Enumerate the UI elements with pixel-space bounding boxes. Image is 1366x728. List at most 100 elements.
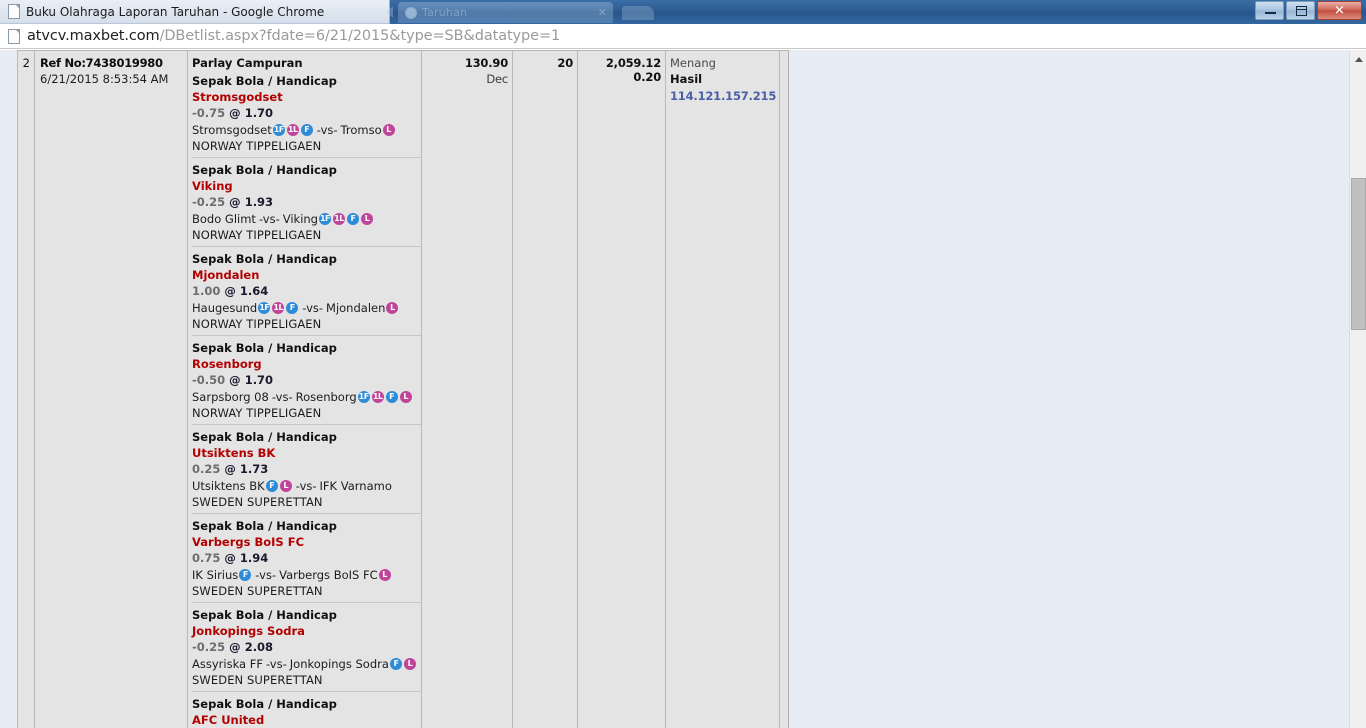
selection-team: Jonkopings Sodra xyxy=(192,624,305,638)
selection-team: Utsiktens BK xyxy=(192,446,276,460)
parlay-type: Parlay Campuran xyxy=(192,56,303,70)
close-button[interactable]: ✕ xyxy=(1317,1,1362,20)
browser-tab-inactive[interactable]: Taruhan ✕ xyxy=(398,2,613,23)
price-value: 1.70 xyxy=(244,106,274,120)
selection-league: NORWAY TIPPELIGAEN xyxy=(192,228,322,242)
selection-sport: Sepak Bola / Handicap xyxy=(192,163,337,177)
url-text: atvcv.maxbet.com/DBetlist.aspx?fdate=6/2… xyxy=(27,28,560,44)
selection-league: SWEDEN SUPERETTAN xyxy=(192,495,323,509)
handicap-value: -0.25 xyxy=(192,195,226,209)
versus-label: -vs- xyxy=(265,657,287,671)
badge-1l-icon: 1L xyxy=(333,213,345,225)
selection-match: Sarpsborg 08 -vs- Rosenborg 1F 1L F L xyxy=(192,387,421,404)
selection-league: SWEDEN SUPERETTAN xyxy=(192,673,323,687)
new-tab-button[interactable] xyxy=(622,6,654,20)
site-document-icon xyxy=(8,28,20,44)
selection-team: Varbergs BoIS FC xyxy=(192,535,305,549)
selection-sport: Sepak Bola / Handicap xyxy=(192,519,337,533)
handicap-value: -0.25 xyxy=(192,640,226,654)
odds-type: Dec xyxy=(486,72,508,86)
handicap-value: 1.00 xyxy=(192,284,221,298)
selection-sport: Sepak Bola / Handicap xyxy=(192,341,337,355)
at-symbol: @ xyxy=(229,195,241,209)
cell-stake: 20 xyxy=(513,51,578,728)
badge-1l-icon: 1L xyxy=(272,302,285,314)
handicap-value: 0.25 xyxy=(192,462,221,476)
scrollbar-thumb[interactable] xyxy=(1351,178,1366,330)
selection-line: 1.00 @ 1.64 xyxy=(192,282,421,298)
badge-1l-icon: 1L xyxy=(286,124,299,136)
bet-list-table: 2 Ref No:7438019980 6/21/2015 8:53:54 AM… xyxy=(17,50,789,728)
bet-datetime: 6/21/2015 8:53:54 AM xyxy=(40,72,169,86)
at-symbol: @ xyxy=(229,106,241,120)
close-tab-icon[interactable]: ✕ xyxy=(598,6,607,19)
selection-sport: Sepak Bola / Handicap xyxy=(192,252,337,266)
cell-winnings: 2,059.12 0.20 xyxy=(578,51,666,728)
versus-label: -vs- xyxy=(271,390,293,404)
price-value: 1.94 xyxy=(239,551,269,565)
cell-reference: Ref No:7438019980 6/21/2015 8:53:54 AM xyxy=(35,51,188,728)
vertical-scrollbar[interactable] xyxy=(1349,50,1366,728)
price-value: 1.70 xyxy=(244,373,274,387)
selection-line: -0.75 @ 1.70 xyxy=(192,104,421,120)
at-symbol: @ xyxy=(224,284,236,298)
home-team: IK Sirius xyxy=(192,568,239,582)
badge-1l-icon: 1L xyxy=(371,391,384,403)
home-team: Bodo Glimt xyxy=(192,212,256,226)
selection-team: AFC United xyxy=(192,713,265,727)
selection-item: Sepak Bola / Handicap Varbergs BoIS FC 0.7… xyxy=(192,513,421,602)
away-team: Jonkopings Sodra xyxy=(289,657,389,671)
badge-l-icon: L xyxy=(386,302,399,314)
selection-line: -0.25 @ 2.08 xyxy=(192,638,421,654)
handicap-value: -0.75 xyxy=(192,106,226,120)
selection-item: Sepak Bola / Handicap Utsiktens BK 0.25 @ … xyxy=(192,424,421,513)
browser-tab-inactive-label: Taruhan xyxy=(422,6,468,19)
badge-l-icon: L xyxy=(399,391,412,403)
home-team: Assyriska FF xyxy=(192,657,263,671)
scroll-up-arrow-icon[interactable] xyxy=(1350,50,1366,67)
result-label: Hasil xyxy=(670,72,703,86)
selection-line: 0.75 @ 1.94 xyxy=(192,549,421,565)
selection-match: Stromsgodset 1F 1L F -vs- Tromso L xyxy=(192,120,421,137)
cell-bet-details: Parlay Campuran Sepak Bola / Handicap Str… xyxy=(188,51,422,728)
away-team: Viking xyxy=(282,212,318,226)
selection-team: Viking xyxy=(192,179,233,193)
price-value: 1.93 xyxy=(244,195,274,209)
selection-line: 0.25 @ 1.73 xyxy=(192,460,421,476)
badge-f-icon: F xyxy=(300,124,313,136)
ip-address-link[interactable]: 114.121.157.215 xyxy=(670,86,779,103)
table-row: 2 Ref No:7438019980 6/21/2015 8:53:54 AM… xyxy=(17,51,789,728)
badge-f-icon: F xyxy=(385,391,398,403)
address-bar[interactable]: atvcv.maxbet.com/DBetlist.aspx?fdate=6/2… xyxy=(0,24,1366,49)
window-controls: ✕ xyxy=(1255,1,1362,20)
badge-l-icon: L xyxy=(361,213,373,225)
minimize-button[interactable] xyxy=(1255,1,1284,20)
badge-f-icon: F xyxy=(265,480,278,492)
handicap-value: -0.50 xyxy=(192,373,226,387)
selection-league: NORWAY TIPPELIGAEN xyxy=(192,406,322,420)
home-team: Sarpsborg 08 xyxy=(192,390,269,404)
restore-button[interactable] xyxy=(1286,1,1315,20)
badge-1f-icon: 1F xyxy=(258,302,271,314)
badge-l-icon: L xyxy=(279,480,292,492)
at-symbol: @ xyxy=(229,373,241,387)
home-team: Stromsgodset xyxy=(192,123,272,137)
versus-label: -vs- xyxy=(258,212,280,226)
favicon-icon xyxy=(405,6,417,19)
selection-sport: Sepak Bola / Handicap xyxy=(192,697,337,711)
selection-sport: Sepak Bola / Handicap xyxy=(192,74,337,88)
selection-line: -0.50 @ 1.70 xyxy=(192,371,421,387)
away-team: Rosenborg xyxy=(295,390,357,404)
home-team: Haugesund xyxy=(192,301,258,315)
odds-value: 130.90 xyxy=(464,56,508,70)
selection-sport: Sepak Bola / Handicap xyxy=(192,608,337,622)
window-title: Buku Olahraga Laporan Taruhan - Google C… xyxy=(26,4,325,19)
selection-item: Sepak Bola / HandicapAFC United0.25 @ 2.… xyxy=(192,691,421,728)
selection-team: Stromsgodset xyxy=(192,90,283,104)
away-team: Tromso xyxy=(340,123,382,137)
selection-match: Assyriska FF -vs- Jonkopings Sodra F L xyxy=(192,654,421,671)
home-team: Utsiktens BK xyxy=(192,479,265,493)
close-icon: ✕ xyxy=(1334,3,1345,18)
selection-team: Mjondalen xyxy=(192,268,260,282)
browser-tab-active[interactable]: Buku Olahraga Laporan Taruhan - Google C… xyxy=(0,0,390,24)
